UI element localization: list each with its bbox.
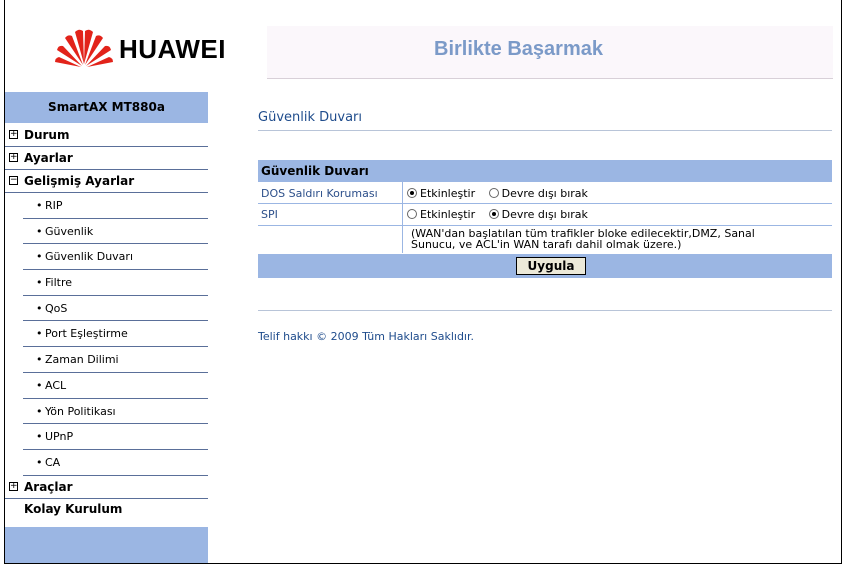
sidebar: SmartAX MT880a + Durum + Ayarlar − Geliş… [5,92,208,563]
sidebar-subitem-label: Yön Politikası [45,404,116,418]
row-label: DOS Saldırı Koruması [258,182,403,203]
sidebar-item-ayarlar[interactable]: + Ayarlar [5,147,208,170]
empty-cell [258,226,403,253]
sidebar-item-durum[interactable]: + Durum [5,124,208,147]
sidebar-subitem-qos[interactable]: • QoS [5,296,208,322]
sidebar-subitem-ca[interactable]: • CA [5,450,208,476]
sidebar-subitem-port-eslestirme[interactable]: • Port Eşleştirme [5,321,208,348]
bullet-icon: • [36,276,43,290]
expand-icon[interactable]: + [9,130,18,139]
sidebar-subitem-filtre[interactable]: • Filtre [5,270,208,296]
page-title: Güvenlik Duvarı [258,110,362,125]
radio-group-dos: Etkinleştir Devre dışı bırak [407,182,832,203]
bullet-icon: • [36,455,43,469]
header: HUAWEI Birlikte Başarmak [5,0,841,90]
radio-label: Etkinleştir [420,187,476,200]
note-cell: (WAN'dan başlatılan tüm trafikler bloke … [407,226,832,253]
sidebar-subitem-label: RIP [45,199,63,212]
spi-disable-radio[interactable] [488,209,499,219]
expand-icon[interactable]: + [9,481,18,491]
sidebar-subitem-guvenlik-duvari[interactable]: • Güvenlik Duvarı [5,244,208,271]
collapse-icon[interactable]: − [9,176,18,185]
bullet-icon: • [36,301,43,315]
sidebar-subitem-label: Filtre [45,276,73,290]
apply-button[interactable]: Uygula [516,257,586,275]
huawei-petals-icon [55,29,113,67]
sidebar-footer-bar [5,527,208,563]
slogan-banner: Birlikte Başarmak [267,26,833,79]
table-row-note: (WAN'dan başlatılan tüm trafikler bloke … [258,226,832,254]
sidebar-subitem-label: ACL [45,378,67,392]
note-line: Sunucu, ve ACL'in WAN tarafı dahil olmak… [411,238,682,251]
row-label: SPI [258,204,403,225]
bullet-icon: • [36,224,43,238]
sidebar-subitem-label: Güvenlik [45,224,94,238]
slogan-text: Birlikte Başarmak [434,38,603,60]
bullet-icon: • [36,378,43,392]
sidebar-subitem-zaman-dilimi[interactable]: • Zaman Dilimi [5,347,208,373]
sidebar-item-kolay-kurulum[interactable]: Kolay Kurulum [5,499,208,521]
table-footer: Uygula [258,254,832,278]
sidebar-subitem-guvenlik[interactable]: • Güvenlik [5,219,208,245]
expand-icon[interactable]: + [9,153,18,162]
huawei-logo: HUAWEI [53,26,253,76]
radio-label: Devre dışı bırak [501,187,588,200]
spi-note: (WAN'dan başlatılan tüm trafikler bloke … [411,228,755,250]
sidebar-subitem-label: Zaman Dilimi [45,353,119,367]
sidebar-subitem-label: Port Eşleştirme [45,327,128,341]
sidebar-subitem-yon-politikasi[interactable]: • Yön Politikası [5,399,208,425]
bullet-icon: • [36,199,43,212]
bullet-icon: • [36,404,43,418]
sidebar-item-label: Durum [24,128,70,142]
table-row-dos: DOS Saldırı Koruması Etkinleştir Devre d… [258,182,832,204]
divider [258,310,832,311]
sidebar-item-araclar[interactable]: + Araçlar [5,476,208,499]
spi-enable-radio[interactable] [407,209,417,219]
divider [258,130,832,131]
firewall-settings-table: Güvenlik Duvarı DOS Saldırı Koruması Etk… [258,160,832,278]
sidebar-item-label: Gelişmiş Ayarlar [24,174,135,188]
sidebar-subitem-label: Güvenlik Duvarı [45,250,133,264]
table-row-spi: SPI Etkinleştir Devre dışı bırak [258,204,832,226]
device-title: SmartAX MT880a [5,92,208,124]
radio-label: Etkinleştir [420,208,476,221]
sidebar-subitem-label: UPnP [45,430,74,444]
sidebar-item-label: Araçlar [24,479,73,494]
sidebar-subitem-label: QoS [45,301,68,315]
dos-disable-radio[interactable] [488,188,499,198]
sidebar-subitem-rip[interactable]: • RIP [5,193,208,219]
copyright-text: Telif hakkı © 2009 Tüm Hakları Saklıdır. [258,330,474,343]
sidebar-subitem-label: CA [45,455,61,469]
dos-enable-radio[interactable] [407,188,417,198]
bullet-icon: • [36,327,43,341]
sidebar-subitem-acl[interactable]: • ACL [5,373,208,399]
logo-text: HUAWEI [119,34,226,64]
radio-group-spi: Etkinleştir Devre dışı bırak [407,204,832,225]
table-header: Güvenlik Duvarı [258,160,832,182]
bullet-icon: • [36,430,43,444]
bullet-icon: • [36,250,43,264]
sidebar-subitem-upnp[interactable]: • UPnP [5,424,208,450]
bullet-icon: • [36,353,43,367]
sidebar-item-gelismis-ayarlar[interactable]: − Gelişmiş Ayarlar [5,170,208,193]
radio-label: Devre dışı bırak [501,208,588,221]
sidebar-item-label: Ayarlar [24,151,73,165]
